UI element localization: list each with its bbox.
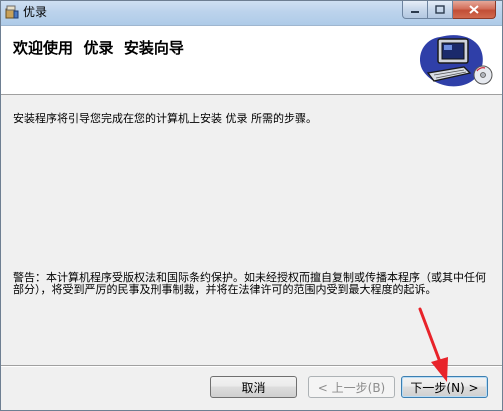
intro-text: 安装程序将引导您完成在您的计算机上安装 优录 所需的步骤。 [13,112,317,125]
computer-installer-graphic [420,35,493,87]
installer-window: 优录 欢迎使用 优录 安装向导 安装程序将引导您完成在您的计算机上安装 优录 所… [0,0,503,411]
title-bar[interactable]: 优录 [1,1,502,26]
next-button[interactable]: 下一步(N) > [401,376,488,398]
back-button[interactable]: < 上一步(B) [308,376,395,398]
close-button[interactable] [453,1,496,19]
cancel-button[interactable]: 取消 [210,376,297,398]
maximize-button[interactable] [428,1,453,19]
minimize-button[interactable] [402,1,428,19]
installer-package-icon [5,5,19,19]
window-controls [402,1,496,19]
close-icon [469,5,479,14]
wizard-title: 欢迎使用 优录 安装向导 [13,39,184,57]
maximize-icon [435,5,445,14]
minimize-icon [411,10,419,13]
copyright-warning: 警告：本计算机程序受版权法和国际条约保护。如未经授权而擅自复制或传播本程序（或其… [13,271,486,296]
wizard-header: 欢迎使用 优录 安装向导 [1,26,502,95]
footer-divider-highlight [1,366,502,367]
window-title: 优录 [23,5,48,19]
